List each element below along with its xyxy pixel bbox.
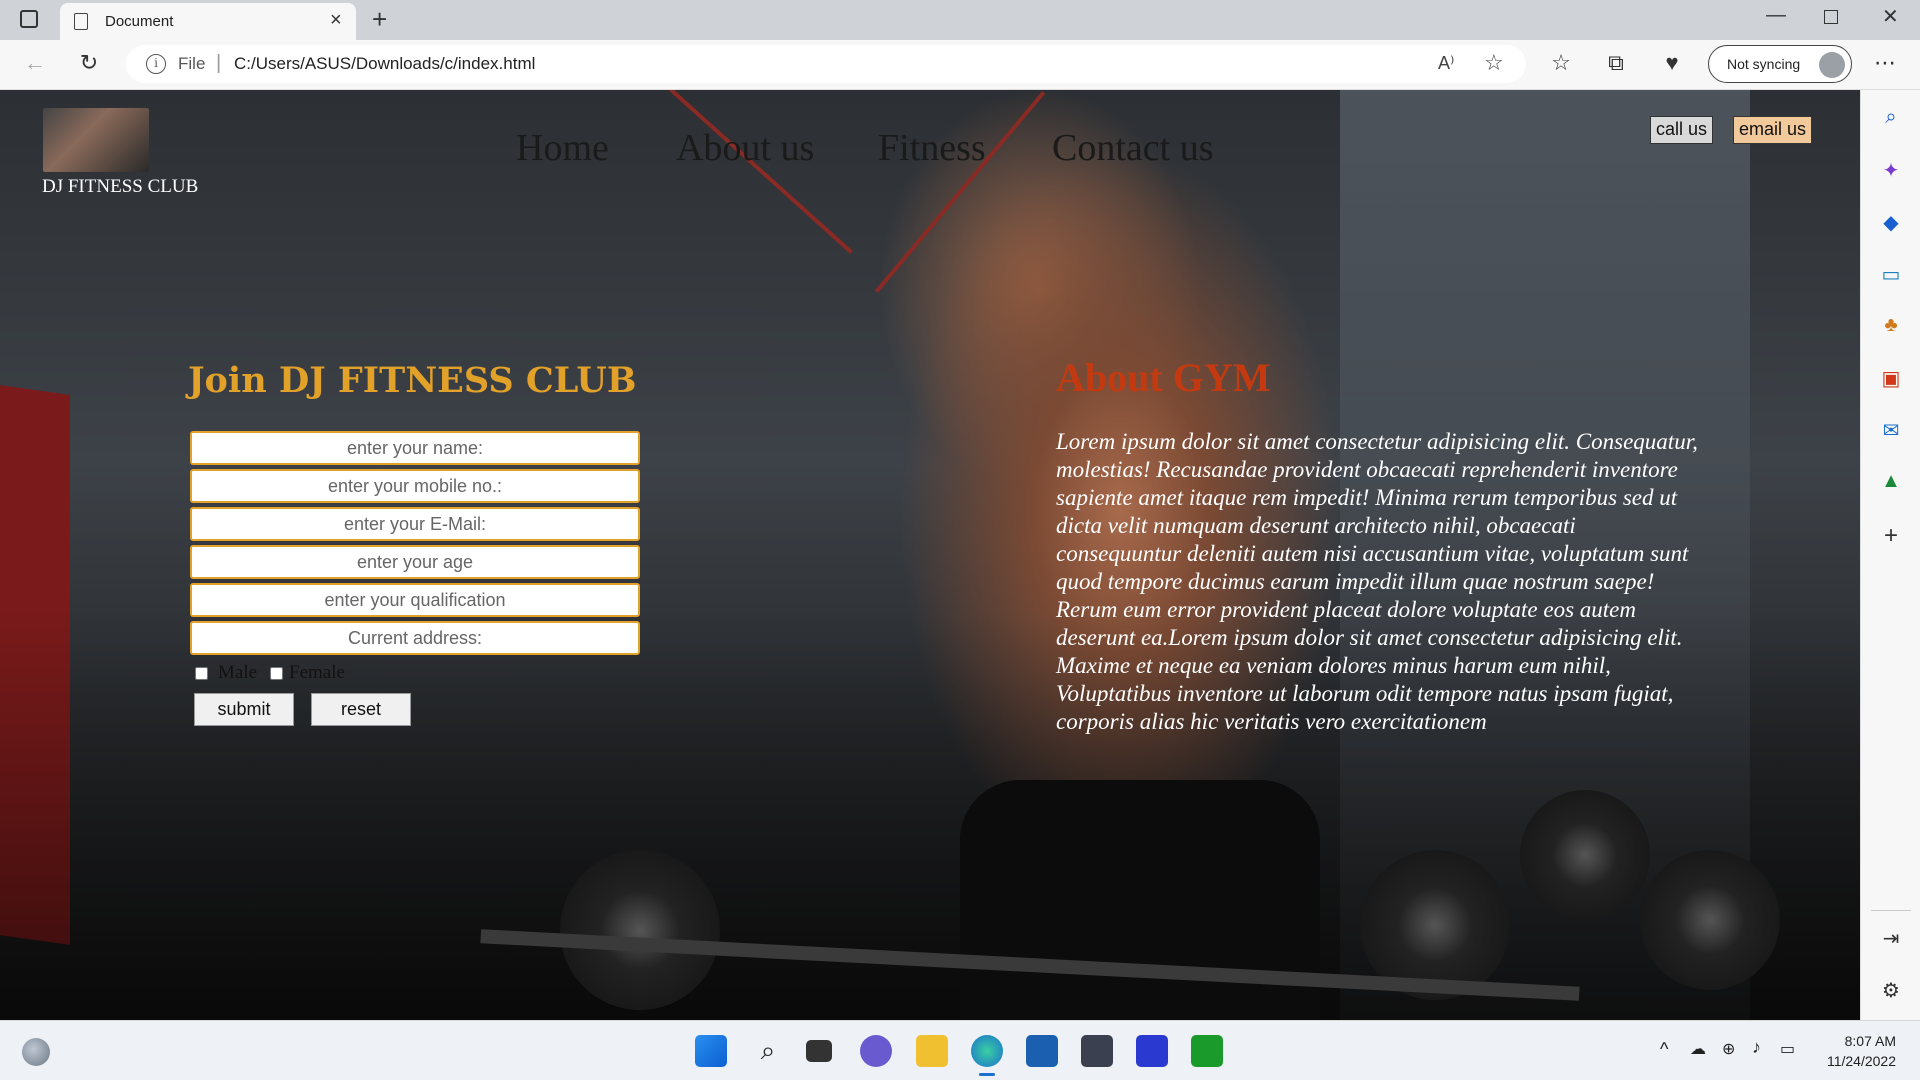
edge-icon[interactable] [971,1035,1003,1067]
vscode-icon[interactable] [1136,1035,1168,1067]
weather-icon[interactable] [22,1038,50,1066]
task-view-icon[interactable] [806,1040,832,1062]
drop-icon[interactable]: ▲ [1861,470,1920,493]
sync-button[interactable]: Not syncing [1708,45,1852,83]
language-icon[interactable]: ⊕ [1722,1039,1735,1059]
about-text: Lorem ipsum dolor sit amet consectetur a… [1056,429,1698,734]
browser-tab[interactable]: Document × [60,3,356,40]
reset-button[interactable]: reset [311,693,411,726]
red-rope-line [874,91,1046,293]
info-icon[interactable]: i [146,54,166,74]
clock[interactable]: 8:07 AM 11/24/2022 [1810,1031,1896,1071]
close-window-icon[interactable]: ✕ [1882,4,1899,29]
xbox-icon[interactable] [1191,1035,1223,1067]
favorites-icon[interactable]: ☆ [1546,50,1576,76]
address-input[interactable]: Current address: [190,621,640,655]
url-text[interactable]: C:/Users/ASUS/Downloads/c/index.html [234,54,535,74]
address-bar[interactable]: i File | C:/Users/ASUS/Downloads/c/index… [126,45,1526,83]
nav-fitness[interactable]: Fitness [878,126,986,170]
battery-icon[interactable]: ▭ [1780,1039,1795,1059]
show-hidden-icons[interactable]: ^ [1660,1039,1668,1060]
female-checkbox[interactable] [270,667,283,680]
file-explorer-icon[interactable] [916,1035,948,1067]
weight-plate [560,850,720,1010]
name-input[interactable]: enter your name: [190,431,640,465]
clock-time: 8:07 AM [1844,1033,1896,1049]
cloud-icon[interactable]: ☁ [1690,1039,1706,1059]
read-aloud-icon[interactable]: A⁾ [1438,53,1454,74]
outlook-icon[interactable]: ✉ [1861,418,1920,443]
minimize-icon[interactable]: — [1766,4,1786,27]
store-icon[interactable] [1026,1035,1058,1067]
female-label: Female [289,662,345,683]
back-icon[interactable]: ← [20,50,50,76]
qualification-input[interactable]: enter your qualification [190,583,640,617]
health-icon[interactable]: ♥ [1657,50,1687,76]
office-icon[interactable]: ▣ [1861,366,1920,391]
volume-icon[interactable]: ♪ [1752,1037,1761,1058]
close-tab-icon[interactable]: × [330,9,342,32]
mobile-input[interactable]: enter your mobile no.: [190,469,640,503]
clock-date: 11/24/2022 [1826,1053,1896,1069]
brand-name: DJ FITNESS CLUB [42,176,199,197]
search-taskbar-icon[interactable]: ⌕ [752,1035,784,1067]
restore-icon[interactable] [1824,10,1838,24]
browser-tab-bar: Document × + — ✕ [0,0,1920,40]
logo-image [43,108,149,172]
weight-plate [1640,850,1780,990]
call-us-button[interactable]: call us [1650,116,1714,144]
join-title: Join DJ FITNESS CLUB [188,360,637,401]
new-tab-icon[interactable]: + [372,4,387,35]
browser-sidebar: ⌕ ✦ ◆ ▭ ♣ ▣ ✉ ▲ + ⇥ ⚙ [1860,90,1920,1020]
search-icon[interactable]: ⌕ [1861,106,1920,129]
red-rope-line [627,90,853,254]
url-scheme: File [178,54,206,73]
shopping-icon[interactable]: ◆ [1861,210,1920,235]
web-page: DJ FITNESS CLUB Home About us Fitness Co… [0,90,1860,1020]
collections-icon[interactable]: ⧉ [1601,50,1631,76]
profile-avatar [1819,52,1845,78]
weight-plate [1520,790,1650,920]
copilot-icon[interactable]: ✦ [1861,158,1920,183]
app-icon[interactable] [1081,1035,1113,1067]
settings-icon[interactable]: ⚙ [1861,978,1920,1003]
age-input[interactable]: enter your age [190,545,640,579]
browser-toolbar: ← ↻ i File | C:/Users/ASUS/Downloads/c/i… [0,40,1920,90]
male-label: Male [218,662,258,683]
about-title: About GYM [1056,355,1271,400]
chat-icon[interactable] [860,1035,892,1067]
refresh-icon[interactable]: ↻ [74,50,104,76]
tab-title: Document [105,13,174,30]
tools-icon[interactable]: ▭ [1861,262,1920,287]
male-checkbox[interactable] [195,667,208,680]
nav-home[interactable]: Home [516,126,609,170]
nav-contact-us[interactable]: Contact us [1052,126,1213,170]
sync-label: Not syncing [1727,56,1801,72]
url-separator: | [216,52,222,74]
games-icon[interactable]: ♣ [1861,314,1920,337]
tab-actions-icon[interactable] [20,10,38,28]
active-app-indicator [979,1073,995,1076]
nav-about-us[interactable]: About us [676,126,814,170]
taskbar: ⌕ ^ ☁ ⊕ ♪ ▭ 8:07 AM 11/24/2022 [0,1020,1920,1080]
add-favorite-icon[interactable]: ☆ [1484,50,1504,76]
add-sidebar-icon[interactable]: + [1861,522,1920,550]
more-menu-icon[interactable]: ⋯ [1870,50,1900,76]
document-icon [74,13,88,30]
submit-button[interactable]: submit [194,693,294,726]
hide-sidebar-icon[interactable]: ⇥ [1861,926,1920,951]
start-icon[interactable] [695,1035,727,1067]
sidebar-divider [1871,910,1911,911]
email-us-button[interactable]: email us [1733,116,1813,144]
email-input[interactable]: enter your E-Mail: [190,507,640,541]
